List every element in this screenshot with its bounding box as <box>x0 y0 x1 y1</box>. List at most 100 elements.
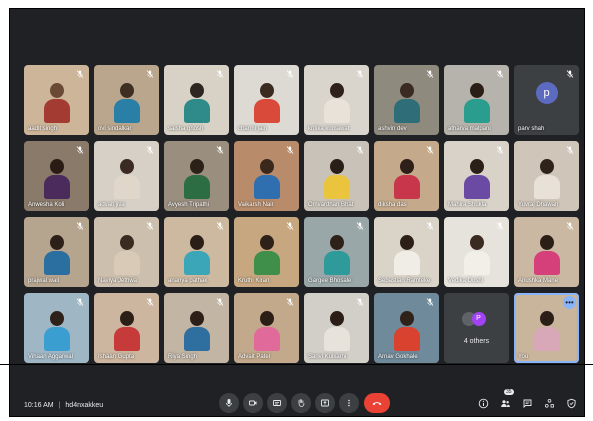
mic-off-icon <box>495 221 505 231</box>
participant-name: ovi sindalkar <box>98 126 132 132</box>
person-head <box>120 83 134 99</box>
participant-name: Anwesha Koli <box>28 202 65 208</box>
person-body <box>184 250 211 275</box>
person-head <box>330 311 344 327</box>
participant-tile[interactable]: Kruthi Kiran <box>234 217 299 287</box>
participant-tile[interactable]: Sanvi Kulkarni <box>304 293 369 363</box>
person-head <box>400 311 414 327</box>
participant-tile[interactable]: Yuvraj Dhawan <box>514 141 579 211</box>
participant-tile[interactable]: charmi jain <box>234 65 299 135</box>
participant-tile[interactable]: aadit singh <box>24 65 89 135</box>
self-tile[interactable]: ••• You <box>514 293 579 363</box>
person-head <box>260 311 274 327</box>
activities-icon <box>544 398 554 408</box>
participant-tile[interactable]: prajwal wali <box>24 217 89 287</box>
participant-name: ananya pathak <box>168 278 208 284</box>
mic-off-icon <box>285 69 295 79</box>
mic-off-icon <box>425 221 435 231</box>
person-body <box>44 174 71 199</box>
person-body <box>534 174 561 199</box>
participant-tile[interactable]: saisha ghosh <box>164 65 229 135</box>
others-label: 4 others <box>463 337 490 345</box>
others-tile[interactable]: P 4 others <box>444 293 509 363</box>
participant-tile[interactable]: Ishaan Gupta <box>94 293 159 363</box>
camera-button[interactable] <box>243 393 263 413</box>
participant-tile[interactable]: Anwesha Koli <box>24 141 89 211</box>
person-head <box>330 235 344 251</box>
participant-tile[interactable]: ananya pathak <box>164 217 229 287</box>
person-body <box>464 98 491 123</box>
end-call-button[interactable] <box>364 393 390 413</box>
person-head <box>50 311 64 327</box>
participant-tile[interactable]: Gargee Bhosale <box>304 217 369 287</box>
mic-off-icon <box>75 297 85 307</box>
participant-name: parv shah <box>518 126 545 132</box>
mic-off-icon <box>215 221 225 231</box>
participant-tile[interactable]: p parv shah <box>514 65 579 135</box>
mic-off-icon <box>355 221 365 231</box>
participant-tile[interactable]: Vaikarsh Nair <box>234 141 299 211</box>
person-head <box>50 83 64 99</box>
participant-grid: aadit singh ovi sindalkar saisha ghosh char… <box>24 65 579 363</box>
people-icon <box>500 399 510 407</box>
person-head <box>470 83 484 99</box>
participant-name: prajwal wali <box>28 278 60 284</box>
participant-tile[interactable]: Sebastian Ramteke <box>374 217 439 287</box>
captions-button[interactable] <box>267 393 287 413</box>
participant-tile[interactable]: Avyesh Tripathi <box>164 141 229 211</box>
participant-tile[interactable]: diksha das <box>374 141 439 211</box>
person-body <box>324 250 351 275</box>
person-head <box>540 235 554 251</box>
participant-name: kritika kumawat <box>308 126 350 132</box>
participant-tile[interactable]: Riya Singh <box>164 293 229 363</box>
mic-off-icon <box>285 297 295 307</box>
chat-button[interactable] <box>521 397 533 409</box>
clock-time: 10:16 AM <box>24 402 54 409</box>
avatar: p <box>535 82 558 104</box>
participant-tile[interactable]: advait jiva <box>94 141 159 211</box>
participant-tile[interactable]: Vihaan Aggarwal <box>24 293 89 363</box>
raise-hand-icon <box>298 399 305 407</box>
person-body <box>114 250 141 275</box>
captions-icon <box>273 400 281 406</box>
participant-tile[interactable]: ashvin dev <box>374 65 439 135</box>
person-body <box>254 98 281 123</box>
participant-tile[interactable]: Omvardhan Bhat <box>304 141 369 211</box>
participant-tile[interactable]: Advait Patel <box>234 293 299 363</box>
mic-button[interactable] <box>219 393 239 413</box>
more-options-button[interactable] <box>339 393 359 413</box>
participant-tile[interactable]: kritika kumawat <box>304 65 369 135</box>
person-head <box>330 83 344 99</box>
participant-tile[interactable]: Anushka Mane <box>514 217 579 287</box>
person-head <box>190 83 204 99</box>
host-controls-button[interactable] <box>565 397 577 409</box>
mic-icon <box>226 399 232 407</box>
mic-off-icon <box>285 221 295 231</box>
mic-off-icon <box>425 69 435 79</box>
meeting-details-button[interactable] <box>477 397 489 409</box>
person-head <box>260 235 274 251</box>
person-body <box>464 250 491 275</box>
activities-button[interactable] <box>543 397 555 409</box>
participant-tile[interactable]: atharva malpani <box>444 65 509 135</box>
participant-tile[interactable]: Mahira Shukla <box>444 141 509 211</box>
participant-tile[interactable]: Naviya Jethwa <box>94 217 159 287</box>
participant-tile[interactable]: ovi sindalkar <box>94 65 159 135</box>
tile-more-options-button[interactable]: ••• <box>563 296 576 309</box>
person-head <box>190 235 204 251</box>
mic-off-icon <box>495 69 505 79</box>
participant-tile[interactable]: Vedika Doshi <box>444 217 509 287</box>
people-button[interactable]: 35 <box>499 389 514 409</box>
participant-tile[interactable]: Arnav Gokhale <box>374 293 439 363</box>
raise-hand-button[interactable] <box>291 393 311 413</box>
mic-off-icon <box>495 145 505 155</box>
mic-off-icon <box>75 145 85 155</box>
present-button[interactable] <box>315 393 335 413</box>
participant-name: Sanvi Kulkarni <box>308 354 347 360</box>
person-head <box>50 159 64 175</box>
person-head <box>470 235 484 251</box>
mic-off-icon <box>145 145 155 155</box>
mic-off-icon <box>145 297 155 307</box>
divider-line <box>0 364 593 365</box>
person-head <box>540 159 554 175</box>
